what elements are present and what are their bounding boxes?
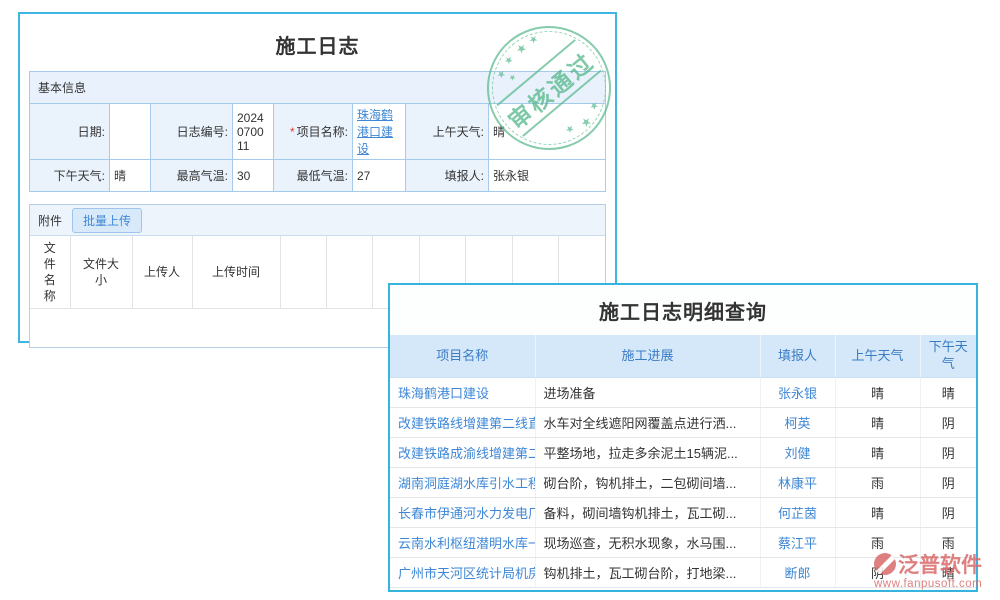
fanpu-logo-icon — [874, 553, 896, 575]
project-link[interactable]: 湖南洞庭湖水库引水工程施工 — [390, 468, 535, 498]
attach-col-empty — [280, 236, 326, 309]
project-value-cell: 珠海鹤港口建设 — [353, 104, 406, 160]
attach-col-uploadtime: 上传时间 — [192, 236, 280, 309]
basic-info-table: 基本信息 日期: 日志编号: 2024070011 *项目名称: 珠海鹤港口建设… — [29, 71, 606, 192]
col-progress: 施工进展 — [535, 335, 760, 378]
vendor-name: 泛普软件 — [898, 549, 982, 579]
reporter-link[interactable]: 柯英 — [760, 408, 835, 438]
am-weather-cell: 晴 — [835, 378, 920, 408]
log-no-label: 日志编号: — [151, 104, 233, 160]
project-link[interactable]: 长春市伊通河水力发电厂改建工 — [390, 498, 535, 528]
col-am-weather: 上午天气 — [835, 335, 920, 378]
date-label: 日期: — [30, 104, 110, 160]
attach-col-filename: 文件名称 — [30, 236, 70, 309]
pm-weather-cell: 阴 — [920, 468, 976, 498]
vendor-watermark: 泛普软件 www.fanpusoft.com — [874, 549, 982, 590]
reporter-link[interactable]: 刘健 — [760, 438, 835, 468]
progress-cell: 砌台阶，钩机排土，二包砌间墙... — [535, 468, 760, 498]
progress-cell: 钩机排土，瓦工砌台阶，打地梁... — [535, 558, 760, 588]
reporter-label: 填报人: — [406, 160, 489, 192]
attachment-bar: 附件 批量上传 — [30, 205, 605, 236]
tmax-label: 最高气温: — [151, 160, 233, 192]
project-link[interactable]: 改建铁路成渝线增建第二直通线 — [390, 438, 535, 468]
reporter-link[interactable]: 张永银 — [760, 378, 835, 408]
batch-upload-button[interactable]: 批量上传 — [72, 208, 142, 233]
project-link[interactable]: 广州市天河区统计局机房改造项 — [390, 558, 535, 588]
pm-weather-value: 晴 — [110, 160, 151, 192]
am-weather-cell: 晴 — [835, 498, 920, 528]
reporter-value: 张永银 — [489, 160, 606, 192]
attach-col-empty — [326, 236, 372, 309]
pm-weather-cell: 阴 — [920, 498, 976, 528]
am-weather-label: 上午天气: — [406, 104, 489, 160]
table-row: 改建铁路线增建第二线直通线 水车对全线遮阳网覆盖点进行洒... 柯英 晴 阴 — [390, 408, 976, 438]
page-title: 施工日志 — [20, 30, 615, 59]
progress-cell: 现场巡查，无积水现象，水马围... — [535, 528, 760, 558]
pm-weather-cell: 阴 — [920, 408, 976, 438]
pm-weather-cell: 晴 — [920, 378, 976, 408]
reporter-link[interactable]: 何芷茵 — [760, 498, 835, 528]
query-header-row: 项目名称 施工进展 填报人 上午天气 下午天气 — [390, 335, 976, 378]
am-weather-value: 晴 — [489, 104, 606, 160]
col-project-name: 项目名称 — [390, 335, 535, 378]
col-reporter: 填报人 — [760, 335, 835, 378]
tmin-label: 最低气温: — [274, 160, 353, 192]
progress-cell: 备料，砌间墙钩机排土，瓦工砌... — [535, 498, 760, 528]
table-row: 珠海鹤港口建设 进场准备 张永银 晴 晴 — [390, 378, 976, 408]
project-label: *项目名称: — [274, 104, 353, 160]
reporter-link[interactable]: 断郎 — [760, 558, 835, 588]
am-weather-cell: 晴 — [835, 408, 920, 438]
pm-weather-label: 下午天气: — [30, 160, 110, 192]
progress-cell: 平整场地，拉走多余泥土15辆泥... — [535, 438, 760, 468]
pm-weather-cell: 阴 — [920, 438, 976, 468]
am-weather-cell: 雨 — [835, 468, 920, 498]
tmin-value: 27 — [353, 160, 406, 192]
attachment-label: 附件 — [38, 212, 62, 229]
project-link[interactable]: 云南水利枢纽潜明水库一期工程 — [390, 528, 535, 558]
am-weather-cell: 晴 — [835, 438, 920, 468]
date-value — [110, 104, 151, 160]
attach-col-uploader: 上传人 — [132, 236, 192, 309]
section-title-basic-info: 基本信息 — [30, 72, 606, 104]
project-link[interactable]: 珠海鹤港口建设 — [357, 108, 393, 156]
vendor-url: www.fanpusoft.com — [874, 578, 982, 590]
reporter-link[interactable]: 林康平 — [760, 468, 835, 498]
table-row: 改建铁路成渝线增建第二直通线 平整场地，拉走多余泥土15辆泥... 刘健 晴 阴 — [390, 438, 976, 468]
progress-cell: 进场准备 — [535, 378, 760, 408]
project-link[interactable]: 改建铁路线增建第二线直通线 — [390, 408, 535, 438]
col-pm-weather: 下午天气 — [920, 335, 976, 378]
query-title: 施工日志明细查询 — [390, 285, 976, 335]
project-link[interactable]: 珠海鹤港口建设 — [390, 378, 535, 408]
table-row: 湖南洞庭湖水库引水工程施工 砌台阶，钩机排土，二包砌间墙... 林康平 雨 阴 — [390, 468, 976, 498]
progress-cell: 水车对全线遮阳网覆盖点进行洒... — [535, 408, 760, 438]
table-row: 长春市伊通河水力发电厂改建工 备料，砌间墙钩机排土，瓦工砌... 何芷茵 晴 阴 — [390, 498, 976, 528]
attach-col-filesize: 文件大小 — [70, 236, 132, 309]
log-detail-query-panel: 施工日志明细查询 项目名称 施工进展 填报人 上午天气 下午天气 珠海鹤港口建设… — [388, 283, 978, 592]
required-asterisk: * — [290, 125, 295, 139]
log-no-value: 2024070011 — [233, 104, 274, 160]
tmax-value: 30 — [233, 160, 274, 192]
reporter-link[interactable]: 蔡江平 — [760, 528, 835, 558]
